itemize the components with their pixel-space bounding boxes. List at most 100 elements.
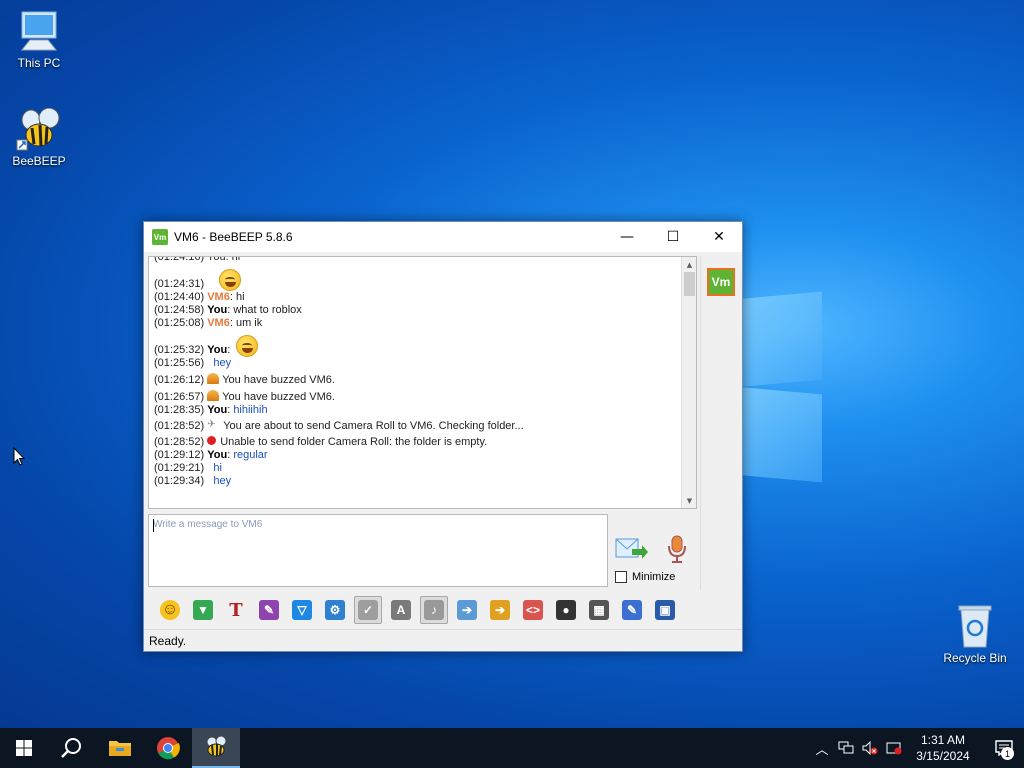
send-plane-icon: ✈ [207,419,216,430]
microphone-icon[interactable] [664,534,690,564]
chat-line: (01:29:12) You: regular [154,449,268,461]
spellcheck-button[interactable]: ✓ [354,596,382,624]
checkbox-box[interactable] [615,571,627,583]
beebeep-taskbar-button[interactable] [192,728,240,768]
smiley-icon: ☺ [160,600,180,620]
chat-message-text: Unable to send folder Camera Roll: the f… [220,436,488,448]
message-composer[interactable] [148,514,608,587]
send-folder-button[interactable]: ➔ [486,596,514,624]
minimize-window-button[interactable]: — [604,222,650,252]
chat-line: (01:25:56) hey [154,357,678,370]
gear-icon: ⚙ [325,600,345,620]
chat-message-text: You have buzzed VM6. [222,374,335,386]
chat-timestamp: (01:24:40) [154,291,205,303]
chat-toolbar: ☺ ▼ T ✎ ▽ ⚙ ✓ A ♪ ➔ ➔ <> ● ▦ ✎ ▣ [148,592,738,628]
network-icon[interactable] [834,741,858,755]
laugh-emoji-icon [236,335,259,357]
message-history-button[interactable]: ▼ [189,596,217,624]
send-folder-icon: ➔ [490,600,510,620]
message-input[interactable] [149,515,607,534]
save-button[interactable]: ▣ [651,596,679,624]
chat-history[interactable]: (01:24:16) You: hi (01:24:31) (01:24:40)… [148,256,697,509]
chat-timestamp: (01:29:12) [154,449,205,461]
sound-button[interactable]: ♪ [420,596,448,624]
code-button[interactable]: <> [519,596,547,624]
send-message-icon[interactable] [614,535,648,563]
note-icon: ✎ [622,600,642,620]
maximize-window-button[interactable]: ☐ [650,222,696,252]
chat-line: (01:25:32) You: [154,335,678,357]
chat-line: (01:24:58) You: what to roblox [154,304,302,316]
window-titlebar[interactable]: Vm VM6 - BeeBEEP 5.8.6 — ☐ ✕ [144,222,742,252]
desktop-icon-label: Recycle Bin [943,651,1007,665]
picture-button[interactable]: ▦ [585,596,613,624]
chat-line: (01:28:52) Unable to send folder Camera … [154,436,678,449]
chat-line: (01:29:21) hi [154,462,678,475]
chat-line: (01:26:12) You have buzzed VM6. [154,373,678,387]
bee-icon [206,736,227,757]
emoticons-button[interactable]: ☺ [156,596,184,624]
chat-message-text: You have buzzed VM6. [222,391,335,403]
chat-timestamp: (01:29:21) [154,462,205,474]
display-icon[interactable] [882,741,906,755]
chat-message-text: hihiihih [233,404,268,416]
clock-date: 3/15/2024 [916,749,970,763]
error-stop-icon [207,436,217,445]
send-file-button[interactable]: ➔ [453,596,481,624]
chat-timestamp: (01:26:57) [154,391,205,403]
action-center-button[interactable]: 1 [984,728,1024,768]
color-button[interactable]: ✎ [255,596,283,624]
text-icon: A [391,600,411,620]
desktop-icon-beebeep[interactable]: BeeBEEP [1,108,77,168]
chat-timestamp: (01:28:52) [154,420,205,432]
filter-button[interactable]: ▽ [288,596,316,624]
mouse-cursor-icon [13,447,25,466]
user-side-panel: Vm [700,256,738,590]
picture-icon: ▦ [589,600,609,620]
chrome-icon [157,737,180,760]
app-icon: Vm [152,229,168,245]
settings-button[interactable]: ⚙ [321,596,349,624]
minimize-checkbox[interactable]: Minimize [615,571,675,583]
volume-muted-icon[interactable] [858,741,882,755]
note-button[interactable]: ✎ [618,596,646,624]
chrome-button[interactable] [144,728,192,768]
recycle-bin-icon [958,605,992,648]
code-icon: <> [523,600,543,620]
search-button[interactable] [48,728,96,768]
notification-count-badge: 1 [1001,747,1014,760]
show-hidden-icons-chevron-icon[interactable]: ︿ [810,739,834,758]
word-complete-button[interactable]: A [387,596,415,624]
search-icon [61,738,81,758]
camera-icon: ● [556,600,576,620]
windows-start-icon [16,740,32,756]
scroll-up-arrow[interactable]: ▲ [682,257,696,272]
scroll-down-arrow[interactable]: ▼ [682,493,696,508]
filter-icon: ▽ [292,600,312,620]
font-button[interactable]: T [222,596,250,624]
taskbar-clock[interactable]: 1:31 AM 3/15/2024 [912,732,974,764]
chat-timestamp: (01:25:08) [154,317,205,329]
chat-timestamp: (01:25:56) [154,357,205,369]
file-explorer-button[interactable] [96,728,144,768]
desktop-icon-this-pc[interactable]: This PC [1,10,77,70]
chat-scrollbar[interactable]: ▲ ▼ [681,257,696,508]
chat-line: (01:25:08) VM6: um ik [154,317,263,329]
font-icon: T [229,599,243,621]
send-file-icon: ➔ [457,600,477,620]
spellcheck-icon: ✓ [358,600,378,620]
desktop-icon-recycle-bin[interactable]: Recycle Bin [937,603,1013,665]
start-button[interactable] [0,728,48,768]
chat-timestamp: (01:26:12) [154,374,205,386]
chat-timestamp: (01:28:35) [154,404,205,416]
music-note-icon: ♪ [424,600,444,620]
chat-message-text: hi [235,291,245,303]
screenshot-button[interactable]: ● [552,596,580,624]
user-vm6-avatar[interactable]: Vm [707,268,735,296]
chat-lines: (01:24:16) You: hi (01:24:31) (01:24:40)… [154,257,678,488]
close-window-button[interactable]: ✕ [696,222,742,252]
chat-message-text: hey [213,357,232,369]
beebeep-window: Vm VM6 - BeeBEEP 5.8.6 — ☐ ✕ (01:24:16) … [143,221,743,652]
scroll-thumb[interactable] [684,272,695,296]
chat-message-text: um ik [235,317,263,329]
